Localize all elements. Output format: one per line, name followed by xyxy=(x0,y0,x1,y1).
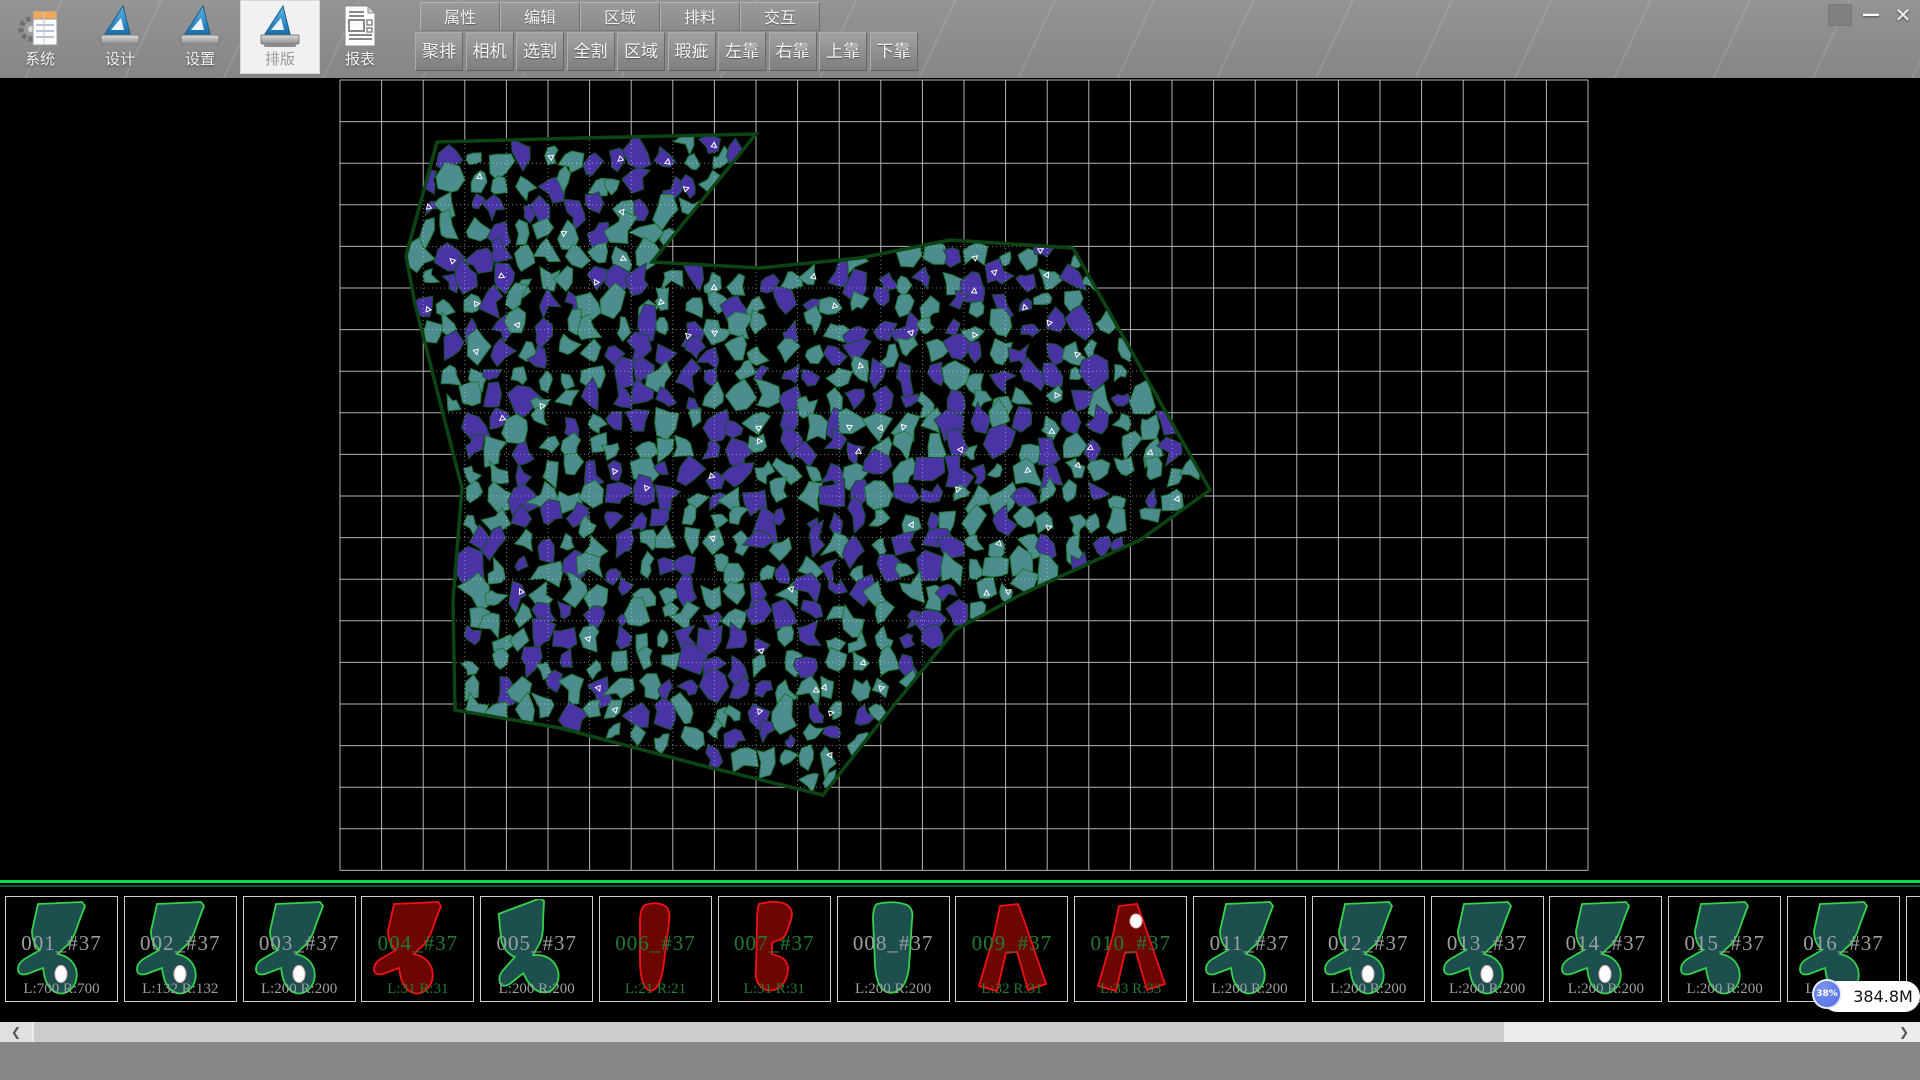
menu-tab-属性[interactable]: 属性 xyxy=(420,2,500,31)
tool-button-bar: 聚排相机选割全割区域瑕疵左靠右靠上靠下靠 xyxy=(415,32,920,71)
gear-document-icon xyxy=(18,3,62,49)
thumbnail-cell[interactable]: 005_#37 L:200 R:200 xyxy=(480,896,593,1002)
main-toolbar-button-设计[interactable]: 设计 xyxy=(80,0,160,74)
thumbnail-cell[interactable]: 013_#37 L:200 R:200 xyxy=(1431,896,1544,1002)
main-toolbar-button-报表[interactable]: 报表 xyxy=(320,0,400,74)
piece-lr-count: L:32 R:31 xyxy=(956,981,1067,998)
ruler-icon xyxy=(98,3,142,49)
horizontal-scrollbar: ❮ ❯ xyxy=(0,1022,1920,1042)
menu-tab-bar: 属性编辑区域排料交互 xyxy=(420,2,820,31)
piece-name: 0 xyxy=(1907,931,1920,956)
thumbnail-cell[interactable]: 015_#37 L:200 R:200 xyxy=(1668,896,1781,1002)
menu-tab-编辑[interactable]: 编辑 xyxy=(500,2,580,31)
thumbnail-cell[interactable]: 011_#37 L:200 R:200 xyxy=(1193,896,1306,1002)
strip-second-line xyxy=(0,885,1920,887)
tool-button-上靠[interactable]: 上靠 xyxy=(819,32,867,71)
piece-lr-count: L:200 R:200 xyxy=(1550,981,1661,998)
main-toolbar-label: 设置 xyxy=(185,49,215,69)
tool-button-相机[interactable]: 相机 xyxy=(466,32,514,71)
thumbnail-cell[interactable]: 008_#37 L:200 R:200 xyxy=(837,896,950,1002)
memory-percent-indicator: 38% xyxy=(1812,979,1842,1009)
piece-lr-count: L:200 R:200 xyxy=(1669,981,1780,998)
piece-name: 015_#37 xyxy=(1669,931,1780,956)
menu-tab-区域[interactable]: 区域 xyxy=(580,2,660,31)
thumbnail-cell[interactable]: 002_#37 L:132 R:132 xyxy=(124,896,237,1002)
thumbnail-cell[interactable]: 001_#37 L:700 R:700 xyxy=(5,896,118,1002)
piece-name: 009_#37 xyxy=(956,931,1067,956)
thumbnail-cell[interactable]: 014_#37 L:200 R:200 xyxy=(1549,896,1662,1002)
thumbnail-cell[interactable]: 009_#37 L:32 R:31 xyxy=(955,896,1068,1002)
main-toolbar: 系统 设计 设置 排版 报表 xyxy=(0,0,400,74)
piece-lr-count: L:200 R:200 xyxy=(838,981,949,998)
main-toolbar-label: 排版 xyxy=(265,49,295,69)
maximize-button[interactable] xyxy=(1828,4,1852,26)
thumbnail-cell[interactable]: 010_#37 L:33 R:33 xyxy=(1074,896,1187,1002)
thumbnail-cell[interactable]: 004_#37 L:31 R:31 xyxy=(361,896,474,1002)
piece-lr-count: L:200 R:200 xyxy=(481,981,592,998)
scroll-right-arrow-icon[interactable]: ❯ xyxy=(1888,1022,1920,1042)
piece-name: 003_#37 xyxy=(244,931,355,956)
main-toolbar-button-设置[interactable]: 设置 xyxy=(160,0,240,74)
scrollbar-thumb[interactable] xyxy=(34,1022,1504,1042)
piece-name: 014_#37 xyxy=(1550,931,1661,956)
piece-name: 006_#37 xyxy=(600,931,711,956)
piece-name: 004_#37 xyxy=(362,931,473,956)
piece-name: 002_#37 xyxy=(125,931,236,956)
memory-percent: 38% xyxy=(1816,989,1838,999)
memory-status-badge: 38% 384.8M xyxy=(1812,979,1920,1013)
main-toolbar-button-系统[interactable]: 系统 xyxy=(0,0,80,74)
piece-lr-count: L:200 R:200 xyxy=(1313,981,1424,998)
piece-lr-count: L:200 R:200 xyxy=(1432,981,1543,998)
piece-name: 007_#37 xyxy=(719,931,830,956)
piece-lr-count: L:31 R:31 xyxy=(362,981,473,998)
thumbnail-cell[interactable]: 007_#37 L:31 R:31 xyxy=(718,896,831,1002)
main-toolbar-button-排版[interactable]: 排版 xyxy=(240,0,320,74)
scroll-left-arrow-icon[interactable]: ❮ xyxy=(0,1022,32,1042)
tool-button-瑕疵[interactable]: 瑕疵 xyxy=(668,32,716,71)
tool-button-区域[interactable]: 区域 xyxy=(617,32,665,71)
nesting-canvas[interactable] xyxy=(0,78,1920,880)
piece-name: 013_#37 xyxy=(1432,931,1543,956)
tool-button-下靠[interactable]: 下靠 xyxy=(870,32,918,71)
close-button[interactable]: ✕ xyxy=(1890,4,1916,26)
piece-name: 001_#37 xyxy=(6,931,117,956)
ruler-icon xyxy=(178,3,222,49)
piece-lr-count: L:33 R:33 xyxy=(1075,981,1186,998)
main-toolbar-label: 设计 xyxy=(105,49,135,69)
tool-button-全割[interactable]: 全割 xyxy=(567,32,615,71)
piece-lr-count: L:700 R:700 xyxy=(6,981,117,998)
piece-name: 008_#37 xyxy=(838,931,949,956)
tool-button-右靠[interactable]: 右靠 xyxy=(769,32,817,71)
piece-name: 005_#37 xyxy=(481,931,592,956)
status-bar xyxy=(0,1042,1920,1080)
piece-lr-count: L:200 R:200 xyxy=(1194,981,1305,998)
piece-lr-count: L:31 R:31 xyxy=(719,981,830,998)
window-controls: — ✕ xyxy=(1828,4,1916,26)
strip-top-line xyxy=(0,880,1920,883)
canvas-area xyxy=(0,78,1920,880)
report-icon xyxy=(338,3,382,49)
main-toolbar-label: 系统 xyxy=(25,49,55,69)
piece-lr-count: L:200 R:200 xyxy=(244,981,355,998)
minimize-button[interactable]: — xyxy=(1858,4,1884,26)
tool-button-聚排[interactable]: 聚排 xyxy=(415,32,463,71)
menu-tab-交互[interactable]: 交互 xyxy=(740,2,820,31)
tool-button-左靠[interactable]: 左靠 xyxy=(718,32,766,71)
thumbnail-cell[interactable]: 006_#37 L:21 R:21 xyxy=(599,896,712,1002)
piece-lr-count: L:132 R:132 xyxy=(125,981,236,998)
ruler-icon xyxy=(258,3,302,49)
piece-name: 010_#37 xyxy=(1075,931,1186,956)
piece-lr-count: L:21 R:21 xyxy=(600,981,711,998)
tool-button-选割[interactable]: 选割 xyxy=(516,32,564,71)
piece-name: 016_#37 xyxy=(1788,931,1899,956)
main-toolbar-label: 报表 xyxy=(345,49,375,69)
titlebar-toolbar: 系统设计设置排版报表 属性编辑区域排料交互 聚排相机选割全割区域瑕疵左靠右靠上靠… xyxy=(0,0,1920,78)
menu-tab-排料[interactable]: 排料 xyxy=(660,2,740,31)
memory-value: 384.8M xyxy=(1850,981,1916,1012)
piece-name: 012_#37 xyxy=(1313,931,1424,956)
piece-name: 011_#37 xyxy=(1194,931,1305,956)
thumbnail-cell[interactable]: 012_#37 L:200 R:200 xyxy=(1312,896,1425,1002)
piece-thumbnail-strip: 001_#37 L:700 R:700 002_#37 L:132 R:132 … xyxy=(0,880,1920,1022)
thumbnail-cell[interactable]: 003_#37 L:200 R:200 xyxy=(243,896,356,1002)
